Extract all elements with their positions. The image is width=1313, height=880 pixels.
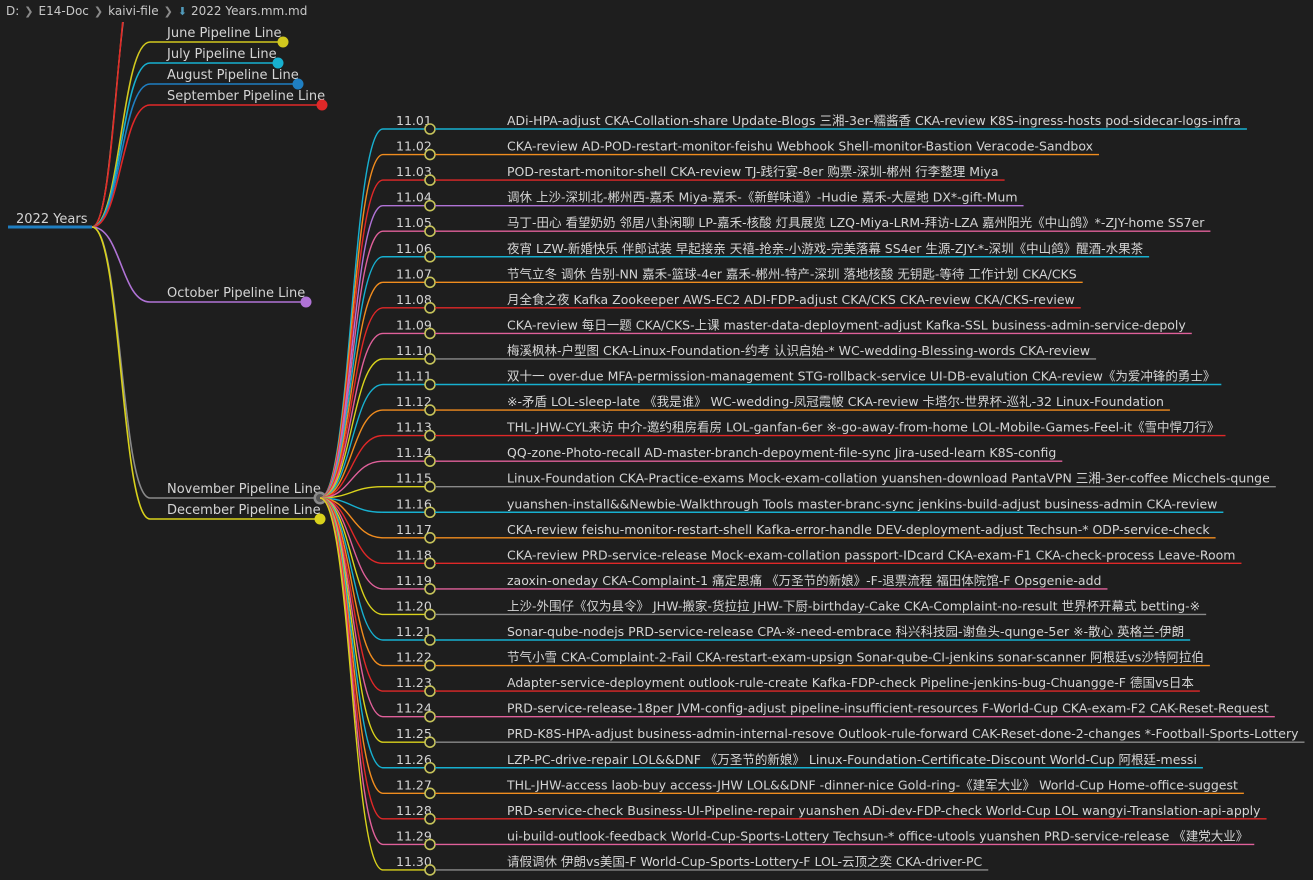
- day-node-dot[interactable]: [424, 531, 436, 544]
- day-node-dot[interactable]: [424, 480, 436, 493]
- day-entry-text: 上沙-外围仔《仅为县令》 JHW-搬家-货拉拉 JHW-下厨-birthday-…: [507, 598, 1200, 613]
- branch-node-dot[interactable]: [316, 99, 328, 111]
- day-node-dot[interactable]: [424, 838, 436, 851]
- branch-label: June Pipeline Line: [166, 26, 282, 41]
- day-entry-text: Sonar-qube-nodejs PRD-service-release CP…: [507, 624, 1184, 639]
- day-node-dot[interactable]: [424, 787, 436, 800]
- day-node-dot[interactable]: [424, 736, 436, 749]
- day-entry-text: THL-JHW-access laob-buy access-JHW LOL&&…: [506, 777, 1238, 792]
- day-entry-text: PRD-service-check Business-UI-Pipeline-r…: [507, 803, 1261, 818]
- breadcrumb-folder-kaivi-file[interactable]: kaivi-file: [108, 4, 158, 18]
- day-entry-text: 梅溪枫林-户型图 CKA-Linux-Foundation-约考 认识启始-* …: [507, 343, 1090, 358]
- branch-node-dot[interactable]: [314, 513, 326, 525]
- day-node-dot[interactable]: [424, 429, 436, 442]
- day-entry-text: CKA-review PRD-service-release Mock-exam…: [507, 547, 1235, 562]
- branch-node-dot[interactable]: [272, 57, 284, 69]
- day-entry-text: 节气小雪 CKA-Complaint-2-Fail CKA-restart-ex…: [507, 650, 1204, 665]
- branch-label: September Pipeline Line: [167, 89, 325, 104]
- day-entry-text: 马丁-田心 看望奶奶 邻居八卦闲聊 LP-嘉禾-核酸 灯具展览 LZQ-Miya…: [507, 215, 1205, 230]
- branch-node-dot[interactable]: [292, 78, 304, 90]
- offscreen-branch-line: [91, 0, 126, 228]
- day-item-11-15[interactable]: 11.15 Linux-Foundation CKA-Practice-exams…: [319, 471, 1276, 499]
- day-entry-text: PRD-K8S-HPA-adjust business-admin-intern…: [507, 726, 1299, 741]
- day-node-dot[interactable]: [424, 761, 436, 774]
- day-node-dot[interactable]: [424, 506, 436, 519]
- breadcrumb: D: ❯ E14-Doc ❯ kaivi-file ❯ ⬇ 2022 Years.mm.md: [0, 0, 1313, 22]
- day-node-dot[interactable]: [424, 327, 436, 340]
- day-node-dot[interactable]: [424, 634, 436, 646]
- branch-label: July Pipeline Line: [166, 47, 277, 62]
- day-node-dot[interactable]: [424, 276, 436, 289]
- breadcrumb-folder-e14-doc[interactable]: E14-Doc: [39, 4, 89, 18]
- day-entry-text: 夜宵 LZW-新婚快乐 伴郎试装 早起接亲 天禧-抢亲-小游戏-完美落幕 SS4…: [507, 241, 1144, 256]
- day-entry-text: 双十一 over-due MFA-permission-management S…: [507, 369, 1215, 384]
- branch-label: August Pipeline Line: [167, 68, 299, 83]
- day-node-dot[interactable]: [424, 455, 436, 467]
- day-node-dot[interactable]: [424, 404, 436, 416]
- day-node-dot[interactable]: [424, 199, 436, 212]
- day-entry-text: ADi-HPA-adjust CKA-Collation-share Updat…: [507, 113, 1241, 128]
- branch-node-dot[interactable]: [300, 296, 312, 308]
- day-entry-text: 调休 上沙-深圳北-郴州西-嘉禾 Miya-嘉禾-《新鲜味道》-Hudie 嘉禾…: [507, 190, 1018, 205]
- day-item-11-16[interactable]: 11.16 yuanshen-install&&Newbie-Walkthroug…: [319, 496, 1224, 519]
- day-node-dot[interactable]: [424, 813, 436, 825]
- branch-december-pipeline-line[interactable]: December Pipeline Line: [91, 226, 326, 525]
- day-entry-text: ui-build-outlook-feedback World-Cup-Spor…: [507, 828, 1248, 843]
- day-node-dot[interactable]: [424, 174, 436, 186]
- branch-node-dot[interactable]: [277, 36, 289, 48]
- day-node-dot[interactable]: [424, 123, 436, 135]
- markdown-file-icon: ⬇: [177, 5, 188, 18]
- offscreen-branch-line: [91, 0, 126, 228]
- day-entry-text: 节气立冬 调休 告别-NN 嘉禾-篮球-4er 嘉禾-郴州-特产-深圳 落地核酸…: [507, 266, 1077, 281]
- day-node-dot[interactable]: [424, 557, 436, 570]
- day-entry-text: Adapter-service-deployment outlook-rule-…: [507, 675, 1194, 690]
- day-entry-text: PRD-service-release-18per JVM-config-adj…: [507, 701, 1269, 716]
- day-entry-text: 请假调休 伊朗vs美国-F World-Cup-Sports-Lottery-F…: [507, 854, 983, 869]
- breadcrumb-file[interactable]: 2022 Years.mm.md: [191, 4, 307, 18]
- day-entry-text: yuanshen-install&&Newbie-Walkthrough Too…: [507, 496, 1217, 511]
- day-entry-text: ※-矛盾 LOL-sleep-late 《我是谁》 WC-wedding-凤冠霞…: [507, 394, 1164, 409]
- day-entry-text: CKA-review AD-POD-restart-monitor-feishu…: [507, 139, 1093, 154]
- branch-november-pipeline-line[interactable]: November Pipeline Line: [91, 226, 327, 505]
- day-node-dot[interactable]: [424, 353, 436, 365]
- day-node-dot[interactable]: [424, 659, 436, 672]
- breadcrumb-drive[interactable]: D:: [6, 4, 19, 18]
- day-node-dot[interactable]: [424, 148, 436, 161]
- mindmap-canvas: 2022 Years June Pipeline Line July Pipelin…: [8, 0, 1305, 876]
- day-entry-text: Linux-Foundation CKA-Practice-exams Mock…: [507, 471, 1270, 486]
- branch-october-pipeline-line[interactable]: October Pipeline Line: [91, 226, 312, 308]
- day-entry-text: 月全食之夜 Kafka Zookeeper AWS-EC2 ADI-FDP-ad…: [507, 292, 1075, 307]
- day-node-dot[interactable]: [424, 864, 436, 876]
- branch-label: October Pipeline Line: [167, 286, 305, 301]
- offscreen-branch-line: [91, 0, 127, 228]
- day-node-dot[interactable]: [424, 710, 436, 723]
- day-node-dot[interactable]: [424, 225, 436, 237]
- root-node[interactable]: 2022 Years: [8, 212, 92, 229]
- day-node-dot[interactable]: [424, 378, 436, 391]
- day-entry-text: QQ-zone-Photo-recall AD-master-branch-de…: [507, 445, 1056, 460]
- day-node-dot[interactable]: [424, 608, 436, 621]
- day-item-11-21[interactable]: 11.21 Sonar-qube-nodejs PRD-service-relea…: [319, 497, 1191, 646]
- day-node-dot[interactable]: [424, 685, 436, 697]
- day-entry-text: LZP-PC-drive-repair LOL&&DNF 《万圣节的新娘》 Li…: [507, 752, 1197, 767]
- branch-label: November Pipeline Line: [167, 482, 321, 497]
- day-entry-text: THL-JHW-CYL来访 中介-邀约租房看房 LOL-ganfan-6er ※…: [506, 420, 1220, 435]
- day-node-dot[interactable]: [424, 302, 436, 314]
- day-entry-text: CKA-review 每日一题 CKA/CKS-上课 master-data-d…: [507, 317, 1186, 332]
- day-node-dot[interactable]: [424, 250, 436, 263]
- day-entry-text: CKA-review feishu-monitor-restart-shell …: [507, 522, 1210, 537]
- day-entry-text: zaoxin-oneday CKA-Complaint-1 痛定思痛 《万圣节的…: [507, 573, 1101, 588]
- root-label: 2022 Years: [16, 212, 88, 227]
- day-node-dot[interactable]: [424, 583, 436, 595]
- day-entry-text: POD-restart-monitor-shell CKA-review TJ-…: [507, 164, 999, 179]
- branch-label: December Pipeline Line: [167, 503, 321, 518]
